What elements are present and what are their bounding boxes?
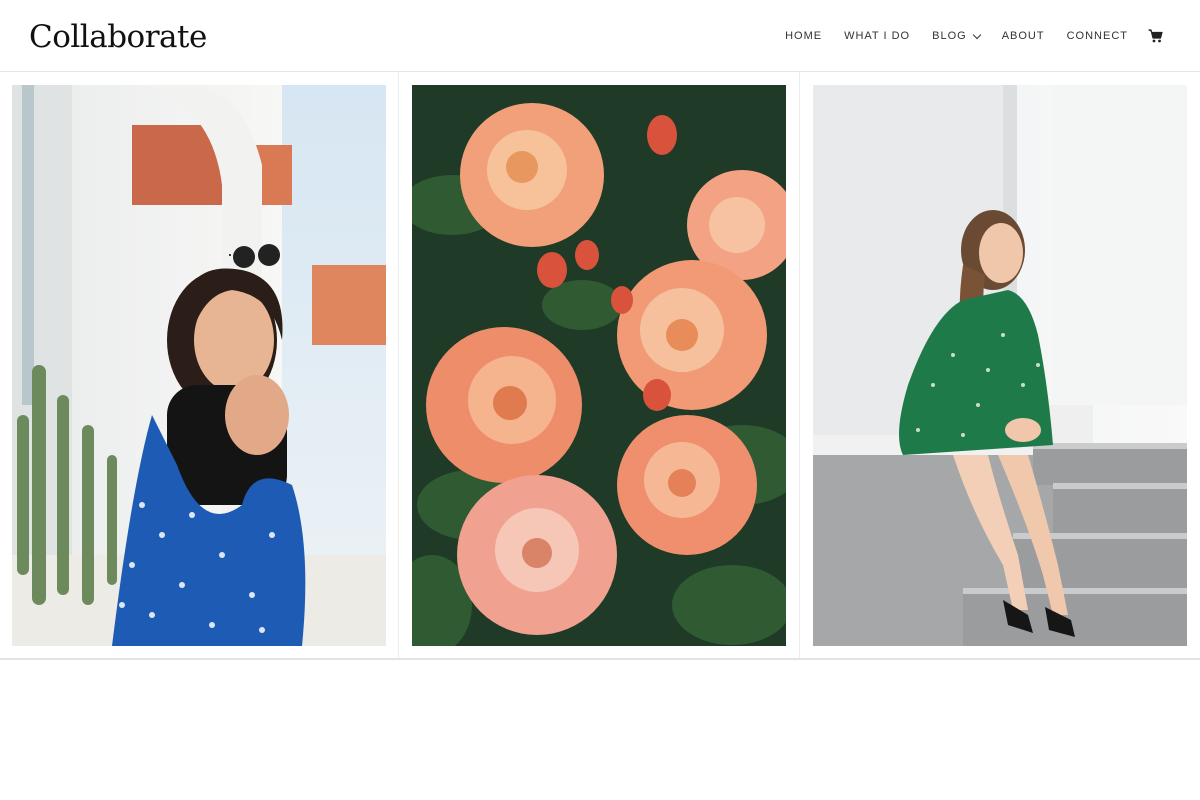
nav-item-label: ABOUT [1001,30,1045,42]
gallery-photo-woman-blue-dress[interactable] [12,85,386,646]
column-divider [799,72,800,658]
nav-item-label: BLOG [932,30,967,42]
nav-item-label: CONNECT [1066,30,1128,42]
photo-gallery [0,72,1200,660]
nav-item-what-i-do[interactable]: WHAT I DO [844,30,910,42]
chevron-down-icon [972,30,981,39]
site-header: Collaborate HOME WHAT I DO BLOG ABOUT CO… [0,0,1200,72]
main-nav: HOME WHAT I DO BLOG ABOUT CONNECT [785,28,1164,44]
nav-item-about[interactable]: ABOUT [1002,30,1045,42]
gallery-photo-roses[interactable] [412,85,786,646]
shopping-cart-icon[interactable] [1148,28,1164,44]
nav-item-home[interactable]: HOME [785,30,822,42]
column-divider [398,72,399,658]
nav-item-connect[interactable]: CONNECT [1067,30,1128,42]
nav-item-label: HOME [785,30,823,42]
nav-item-blog[interactable]: BLOG [932,30,981,42]
gallery-photo-woman-green-dress[interactable] [813,85,1187,646]
nav-item-label: WHAT I DO [844,30,911,42]
site-logo[interactable]: Collaborate [29,17,207,57]
